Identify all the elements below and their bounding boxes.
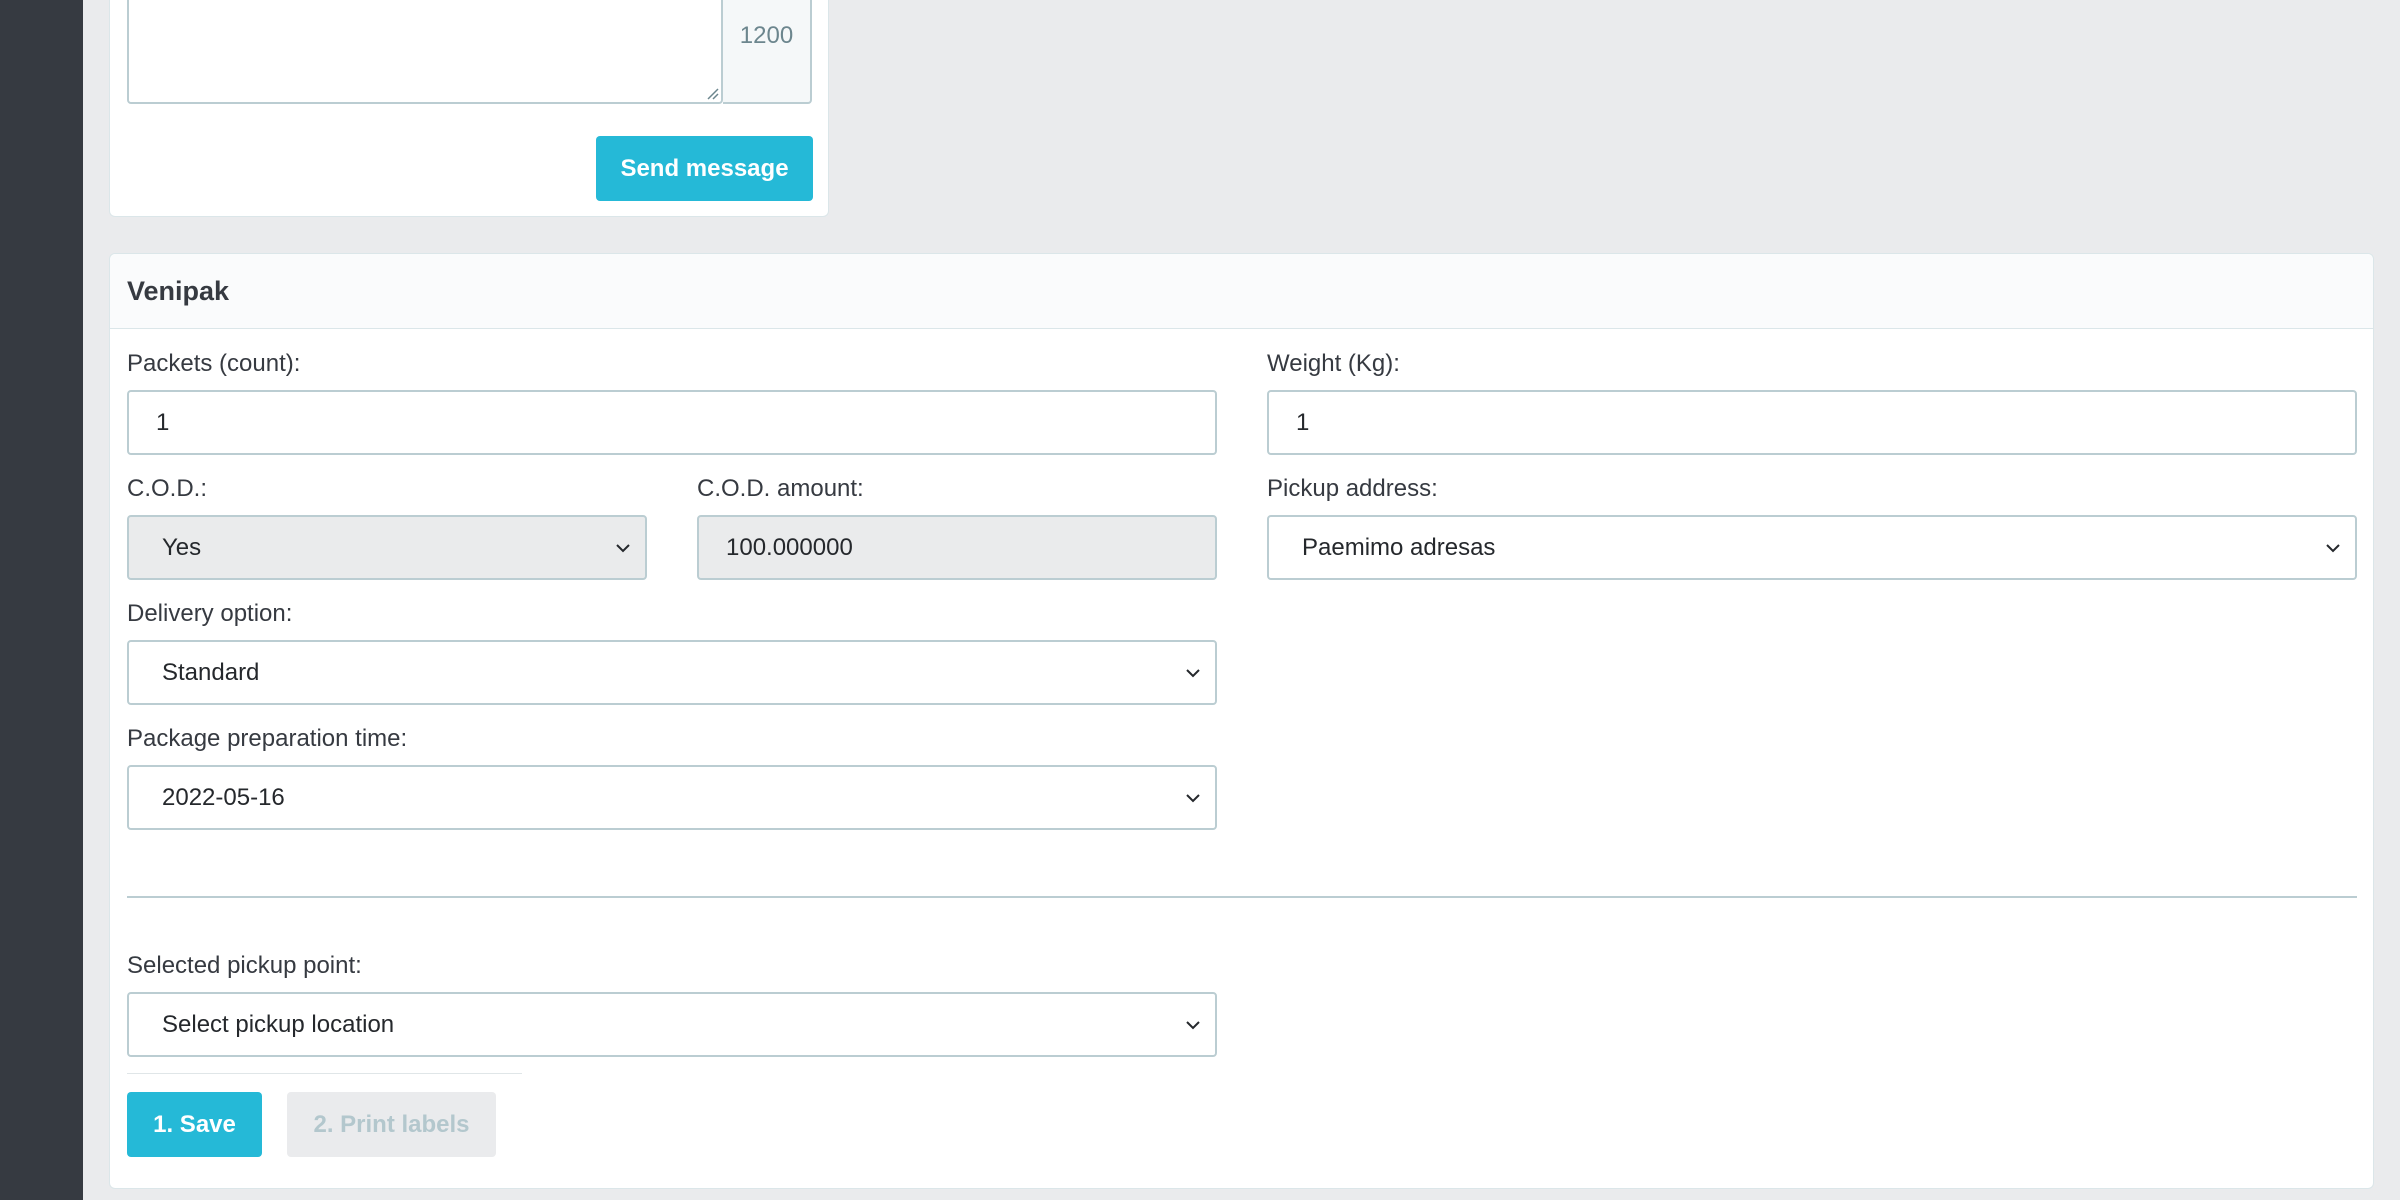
separator-line bbox=[127, 1073, 522, 1074]
delivery-option-value: Standard bbox=[162, 658, 260, 686]
cod-amount-label: C.O.D. amount: bbox=[697, 475, 864, 502]
chevron-down-icon bbox=[1186, 668, 1200, 677]
packets-input[interactable]: 1 bbox=[127, 390, 1217, 455]
cod-label: C.O.D.: bbox=[127, 475, 208, 502]
prep-time-value: 2022-05-16 bbox=[162, 783, 285, 811]
char-counter: 1200 bbox=[723, 0, 812, 104]
chevron-down-icon bbox=[1186, 793, 1200, 802]
section-divider bbox=[127, 896, 2357, 898]
pickup-address-label: Pickup address: bbox=[1267, 475, 1438, 502]
message-card: 1200 Send message bbox=[109, 0, 829, 217]
packets-label: Packets (count): bbox=[127, 350, 301, 377]
pickup-point-label: Selected pickup point: bbox=[127, 952, 362, 979]
resize-handle-icon[interactable] bbox=[705, 86, 719, 100]
pickup-address-value: Paemimo adresas bbox=[1302, 533, 1496, 561]
cod-select-value: Yes bbox=[162, 533, 202, 561]
message-textarea[interactable] bbox=[127, 0, 723, 104]
prep-time-label: Package preparation time: bbox=[127, 725, 408, 752]
cod-amount-input[interactable]: 100.000000 bbox=[697, 515, 1217, 580]
card-header: Venipak bbox=[110, 254, 2373, 329]
sidebar bbox=[0, 0, 83, 1200]
print-labels-button[interactable]: 2. Print labels bbox=[287, 1092, 496, 1157]
prep-time-select[interactable]: 2022-05-16 bbox=[127, 765, 1217, 830]
pickup-point-select[interactable]: Select pickup location bbox=[127, 992, 1217, 1057]
weight-label: Weight (Kg): bbox=[1267, 350, 1400, 377]
venipak-card: Venipak Packets (count): 1 Weight (Kg): … bbox=[109, 253, 2374, 1189]
card-title: Venipak bbox=[127, 276, 230, 306]
pickup-point-value: Select pickup location bbox=[162, 1010, 395, 1038]
send-message-button[interactable]: Send message bbox=[596, 136, 813, 201]
delivery-option-label: Delivery option: bbox=[127, 600, 293, 627]
chevron-down-icon bbox=[2326, 543, 2340, 552]
pickup-address-select[interactable]: Paemimo adresas bbox=[1267, 515, 2357, 580]
save-button[interactable]: 1. Save bbox=[127, 1092, 262, 1157]
chevron-down-icon bbox=[1186, 1020, 1200, 1029]
delivery-option-select[interactable]: Standard bbox=[127, 640, 1217, 705]
weight-input[interactable]: 1 bbox=[1267, 390, 2357, 455]
cod-select[interactable]: Yes bbox=[127, 515, 647, 580]
chevron-down-icon bbox=[616, 543, 630, 552]
